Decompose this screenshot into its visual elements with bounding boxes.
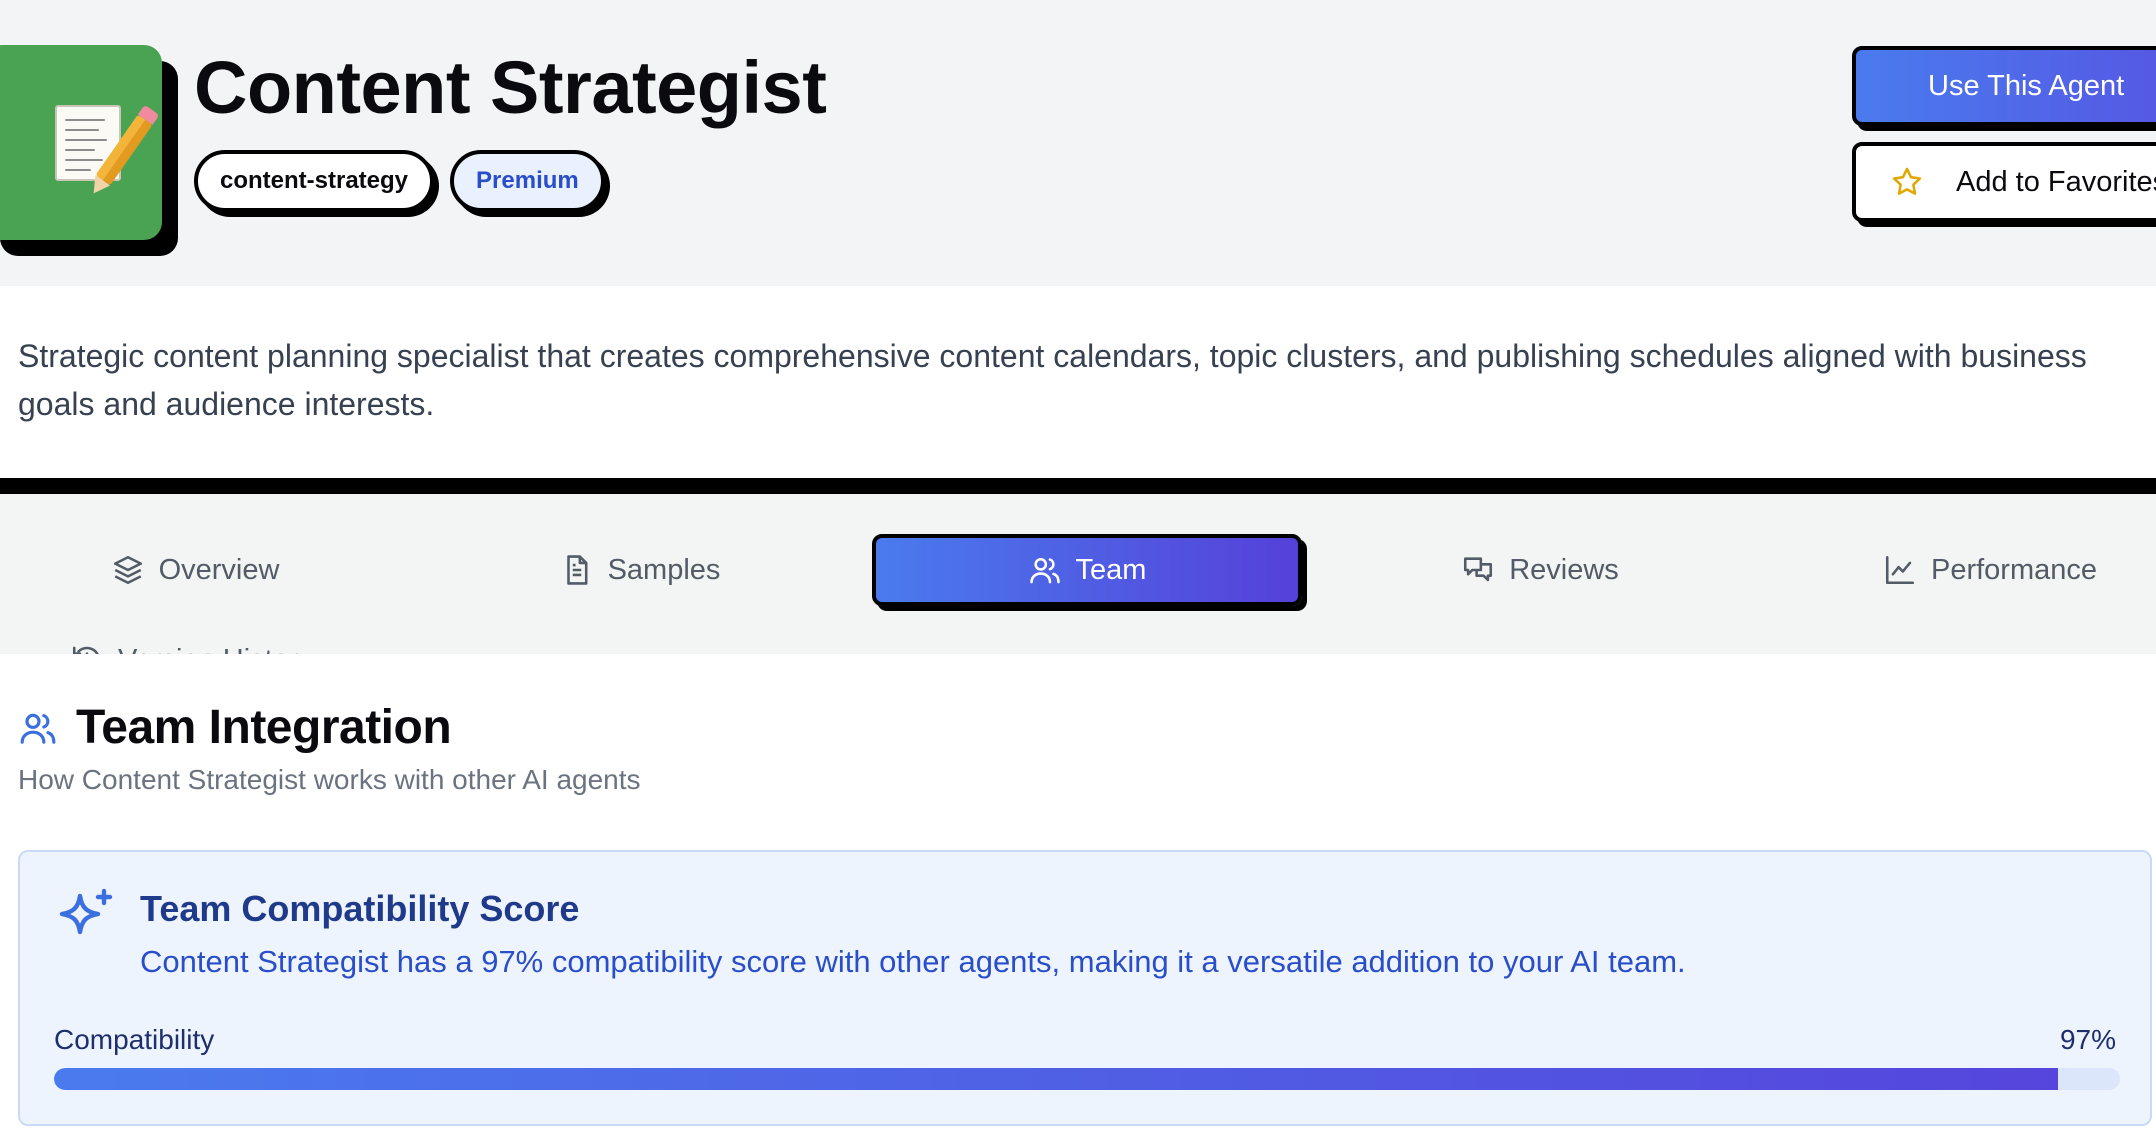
agent-title: Content Strategist bbox=[194, 46, 827, 129]
tab-team-label: Team bbox=[1075, 553, 1147, 586]
add-to-favorites-label: Add to Favorites bbox=[1956, 165, 2156, 198]
section-divider bbox=[0, 478, 2156, 494]
users-icon bbox=[20, 713, 56, 744]
compatibility-card: Team Compatibility Score Content Strateg… bbox=[18, 850, 2152, 1126]
use-agent-button[interactable]: Use This Agent bbox=[1852, 46, 2156, 126]
section-title: Team Integration bbox=[76, 701, 452, 754]
star-icon bbox=[1892, 167, 1922, 195]
tab-performance-label: Performance bbox=[1930, 553, 2097, 586]
tab-samples-label: Samples bbox=[607, 553, 721, 586]
agent-tags: content-strategy Premium bbox=[194, 150, 605, 212]
tab-team[interactable]: Team bbox=[872, 534, 1302, 606]
line-chart-icon bbox=[1885, 555, 1915, 585]
compatibility-title: Team Compatibility Score bbox=[140, 888, 580, 929]
tag-category[interactable]: content-strategy bbox=[194, 150, 435, 212]
layers-icon bbox=[113, 555, 142, 585]
document-icon bbox=[566, 555, 588, 585]
users-icon bbox=[1029, 557, 1060, 584]
memo-pencil-icon bbox=[55, 104, 153, 185]
tab-bar: Overview Samples Team Reviews Performanc… bbox=[0, 494, 2156, 654]
tab-version-history-label: Version History bbox=[118, 644, 313, 655]
history-icon bbox=[72, 646, 99, 654]
tab-reviews[interactable]: Reviews bbox=[1430, 534, 1650, 606]
team-section-header: Team Integration bbox=[18, 700, 452, 755]
compatibility-value: 97% bbox=[2059, 1024, 2116, 1055]
compatibility-progress-fill bbox=[54, 1068, 2059, 1090]
tab-samples[interactable]: Samples bbox=[530, 534, 750, 606]
chat-bubbles-icon bbox=[1464, 557, 1493, 582]
tab-reviews-label: Reviews bbox=[1509, 553, 1619, 586]
tab-version-history[interactable]: Version History bbox=[70, 624, 360, 654]
agent-logo bbox=[0, 45, 162, 240]
section-subtitle: How Content Strategist works with other … bbox=[18, 764, 641, 795]
compatibility-description: Content Strategist has a 97% compatibili… bbox=[140, 944, 1686, 979]
agent-detail-page: Content Strategist content-strategy Prem… bbox=[0, 0, 2156, 1136]
agent-header: Content Strategist content-strategy Prem… bbox=[0, 0, 2156, 286]
compatibility-progress-bar bbox=[54, 1068, 2120, 1090]
compatibility-label: Compatibility bbox=[54, 1024, 215, 1055]
sparkles-icon bbox=[59, 888, 113, 935]
add-to-favorites-button[interactable]: Add to Favorites bbox=[1852, 142, 2156, 222]
tab-overview[interactable]: Overview bbox=[70, 534, 320, 606]
tab-performance[interactable]: Performance bbox=[1860, 534, 2120, 606]
tag-premium[interactable]: Premium bbox=[450, 150, 605, 212]
agent-description: Strategic content planning specialist th… bbox=[18, 338, 2087, 422]
tab-overview-label: Overview bbox=[158, 553, 280, 586]
